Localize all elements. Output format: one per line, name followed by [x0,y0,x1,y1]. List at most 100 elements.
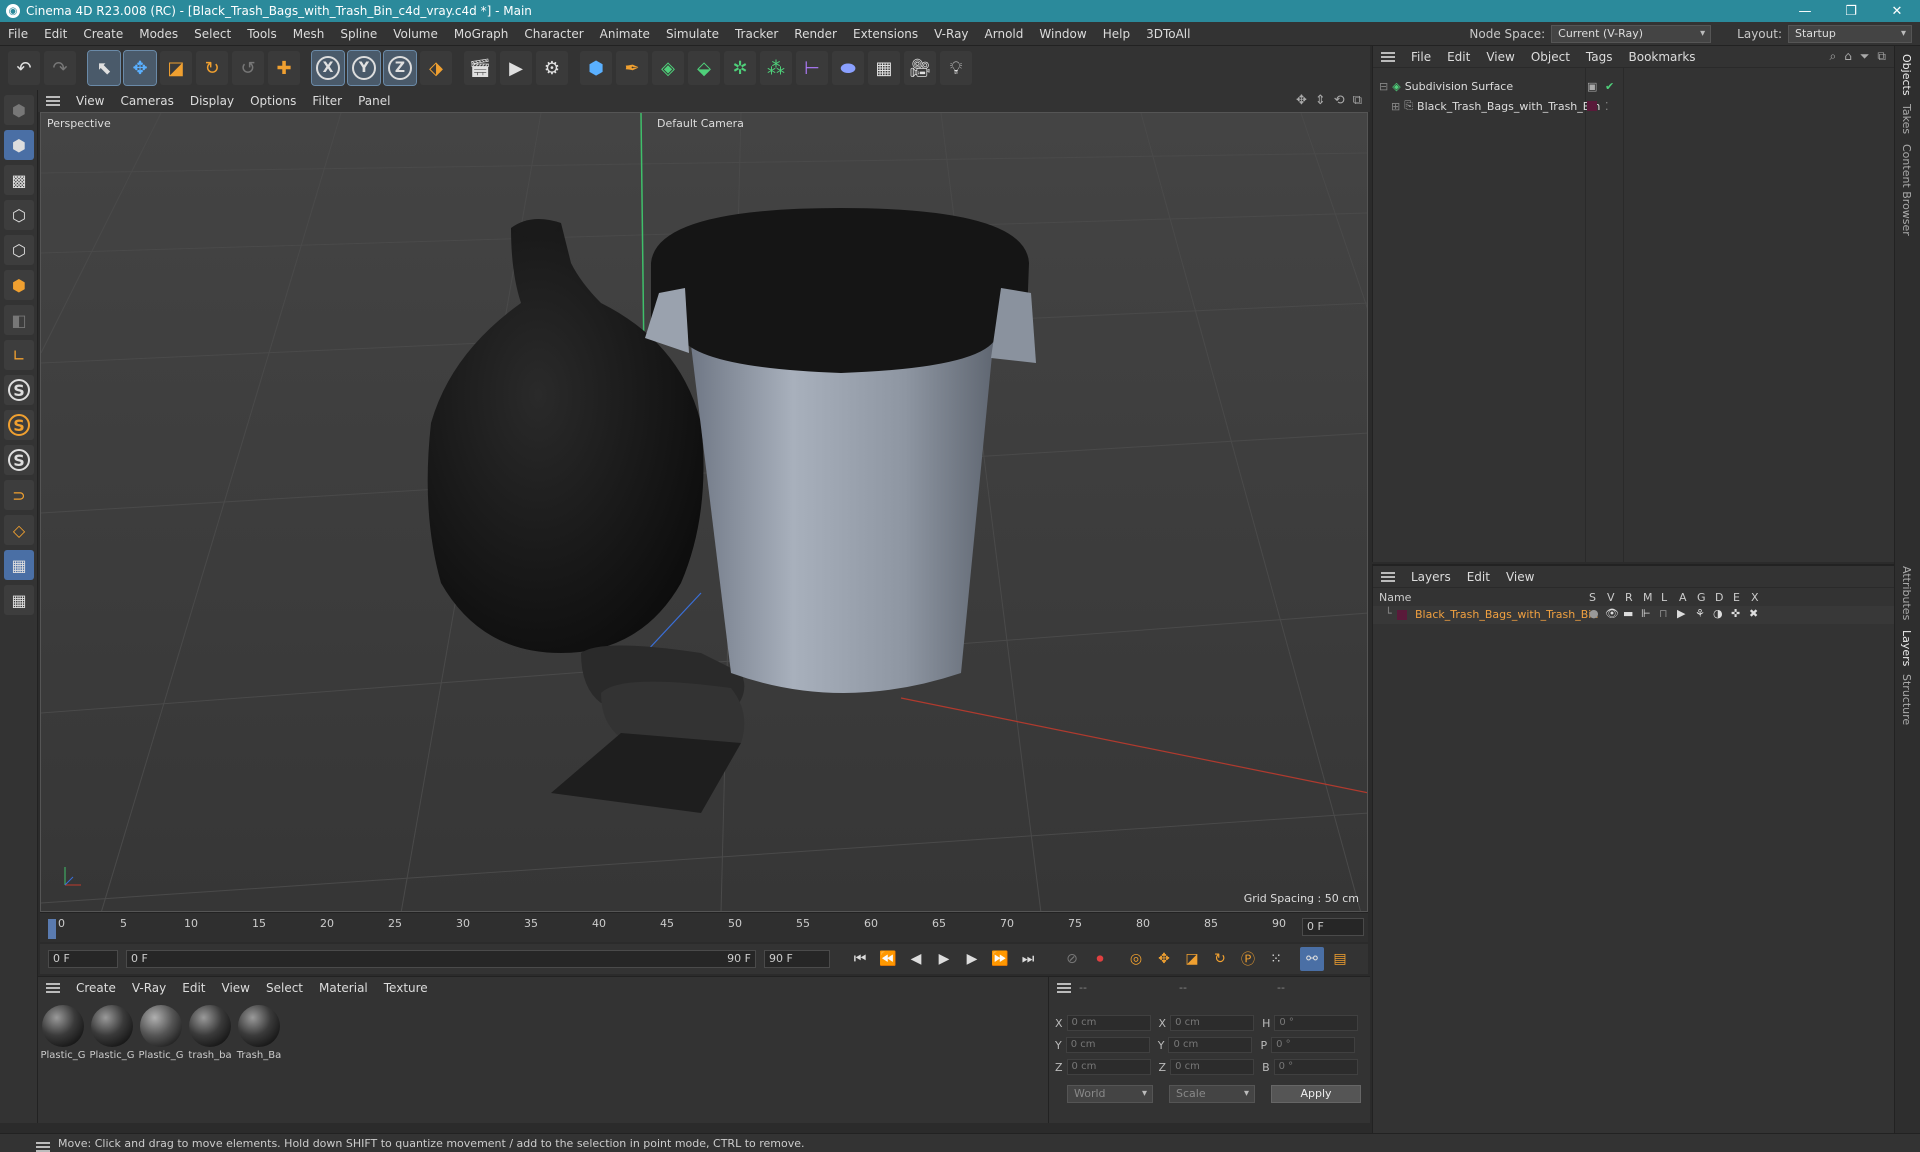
viewport-menu-panel[interactable]: Panel [350,94,398,108]
cube-primitive-button[interactable]: ⬢ [580,51,612,85]
close-button[interactable]: ✕ [1874,0,1920,22]
parameter-key-button[interactable]: Ⓟ [1236,947,1260,971]
viewport-menu-cameras[interactable]: Cameras [112,94,181,108]
object-search-icon[interactable]: ⌕ [1829,49,1836,64]
viewport-zoom-icon[interactable]: ⇕ [1315,93,1326,108]
frame-range-slider[interactable]: 0 F 90 F [126,950,756,968]
viewport-menu-filter[interactable]: Filter [304,94,350,108]
menu-arnold[interactable]: Arnold [977,22,1032,46]
undo-button[interactable]: ↶ [8,51,40,85]
live-selection-button[interactable]: ⬉ [87,50,121,86]
extrude-generator-button[interactable]: ⬙ [688,51,720,85]
coordinate-system-button[interactable]: ⬗ [420,51,452,85]
menu-create[interactable]: Create [75,22,131,46]
move-tool-button[interactable]: ✥ [123,50,157,86]
end-frame-field[interactable]: 90 F [764,950,830,968]
material-menu-texture[interactable]: Texture [376,981,436,995]
tab-objects[interactable]: Objects [1900,54,1913,96]
tab-layers[interactable]: Layers [1900,630,1913,666]
subdivision-generator-button[interactable]: ◈ [652,51,684,85]
menu-mograph[interactable]: MoGraph [446,22,517,46]
layer-color-swatch[interactable] [1397,610,1407,620]
start-frame-field[interactable]: 0 F [48,950,118,968]
layer-name[interactable]: Black_Trash_Bags_with_Trash_Bin [1415,608,1598,621]
material-menu-create[interactable]: Create [68,981,124,995]
rotation-key-button[interactable]: ↻ [1208,947,1232,971]
material-swatch[interactable]: Plastic_G [40,1005,86,1061]
render-clapper-icon[interactable]: ▬ [1623,607,1633,620]
rot-h-field[interactable]: 0 ° [1274,1015,1359,1031]
grid-plane-button[interactable]: ▦ [4,550,34,580]
generator-icon[interactable]: ⚘ [1695,607,1705,620]
viewport-menu-view[interactable]: View [68,94,112,108]
deformer-button[interactable]: ⊢ [796,51,828,85]
timeline-window-button[interactable]: ▤ [1328,947,1352,971]
scale-tool-button[interactable]: ◪ [160,51,192,85]
pos-x-field[interactable]: 0 cm [1066,1015,1151,1031]
viewport-maximize-icon[interactable]: ⧉ [1353,93,1362,108]
visibility-dots-icon[interactable]: ⁚ [1605,100,1609,113]
expand-toggle-icon[interactable]: ⊟ [1379,80,1388,93]
object-menu-object[interactable]: Object [1523,50,1578,64]
menu-simulate[interactable]: Simulate [658,22,727,46]
quantize-button[interactable]: S [4,445,34,475]
render-picture-viewer-button[interactable]: ▶ [500,51,532,85]
animation-play-icon[interactable]: ▶ [1677,607,1685,620]
material-swatch[interactable]: Plastic_G [89,1005,135,1061]
previous-key-button[interactable]: ⏪ [876,947,900,971]
layer-hamburger-icon[interactable] [1381,571,1395,582]
menu-modes[interactable]: Modes [131,22,186,46]
menu-help[interactable]: Help [1095,22,1138,46]
material-menu-vray[interactable]: V-Ray [124,981,174,995]
polygons-mode-button[interactable]: ⬢ [4,270,34,300]
tab-structure[interactable]: Structure [1900,674,1913,725]
y-axis-lock-button[interactable]: Y [347,50,381,86]
enabled-check-icon[interactable]: ✔ [1605,80,1614,93]
go-to-start-button[interactable]: ⏮ [848,947,872,971]
redo-button[interactable]: ↷ [44,51,76,85]
expand-toggle-icon[interactable]: ⊞ [1391,100,1400,113]
motion-system-button[interactable]: ⚯ [1300,947,1324,971]
locked-workplane-button[interactable]: ▦ [4,585,34,615]
layer-menu-layers[interactable]: Layers [1403,570,1459,584]
menu-animate[interactable]: Animate [592,22,658,46]
material-menu-select[interactable]: Select [258,981,311,995]
layer-menu-view[interactable]: View [1498,570,1542,584]
viewport-menu-display[interactable]: Display [182,94,242,108]
layer-menu-edit[interactable]: Edit [1459,570,1498,584]
rotate-tool-button[interactable]: ↻ [196,51,228,85]
transform-mode-dropdown[interactable]: Scale [1169,1085,1255,1103]
menu-3dtoall[interactable]: 3DToAll [1138,22,1198,46]
menu-tracker[interactable]: Tracker [727,22,786,46]
material-swatch[interactable]: Plastic_G [138,1005,184,1061]
points-mode-button[interactable]: ⬡ [4,200,34,230]
object-row[interactable]: ⊟ ◈ Subdivision Surface ▣ ✔ [1373,77,1883,95]
menu-edit[interactable]: Edit [36,22,75,46]
camera-button[interactable]: 🎥︎ [904,51,936,85]
coords-hamburger-icon[interactable] [1057,983,1071,993]
field-button[interactable]: ⬬ [832,51,864,85]
position-key-button[interactable]: ✥ [1152,947,1176,971]
object-menu-bookmarks[interactable]: Bookmarks [1621,50,1704,64]
layer-row[interactable]: └ Black_Trash_Bags_with_Trash_Bin ● 👁︎ ▬… [1373,606,1894,624]
object-name[interactable]: Subdivision Surface [1405,80,1513,93]
menu-mesh[interactable]: Mesh [285,22,333,46]
edges-mode-button[interactable]: ⬡ [4,235,34,265]
restore-button[interactable]: ❐ [1828,0,1874,22]
menu-window[interactable]: Window [1031,22,1094,46]
deformer-icon[interactable]: ◑ [1713,607,1723,620]
floor-button[interactable]: ▦ [868,51,900,85]
menu-tools[interactable]: Tools [239,22,285,46]
tab-attributes[interactable]: Attributes [1900,566,1913,620]
tab-takes[interactable]: Takes [1900,104,1913,134]
material-menu-view[interactable]: View [214,981,258,995]
viewport-move-icon[interactable]: ✥ [1296,93,1307,108]
minimize-button[interactable]: — [1782,0,1828,22]
workplane-button[interactable]: ◇ [4,515,34,545]
previous-frame-button[interactable]: ◀ [904,947,928,971]
snap-settings-button[interactable]: S [4,410,34,440]
record-keys-button[interactable]: ⊘ [1060,947,1084,971]
layout-dropdown[interactable]: Startup [1788,25,1912,43]
snap-enable-button[interactable]: S [4,375,34,405]
object-hamburger-icon[interactable] [1381,51,1395,62]
